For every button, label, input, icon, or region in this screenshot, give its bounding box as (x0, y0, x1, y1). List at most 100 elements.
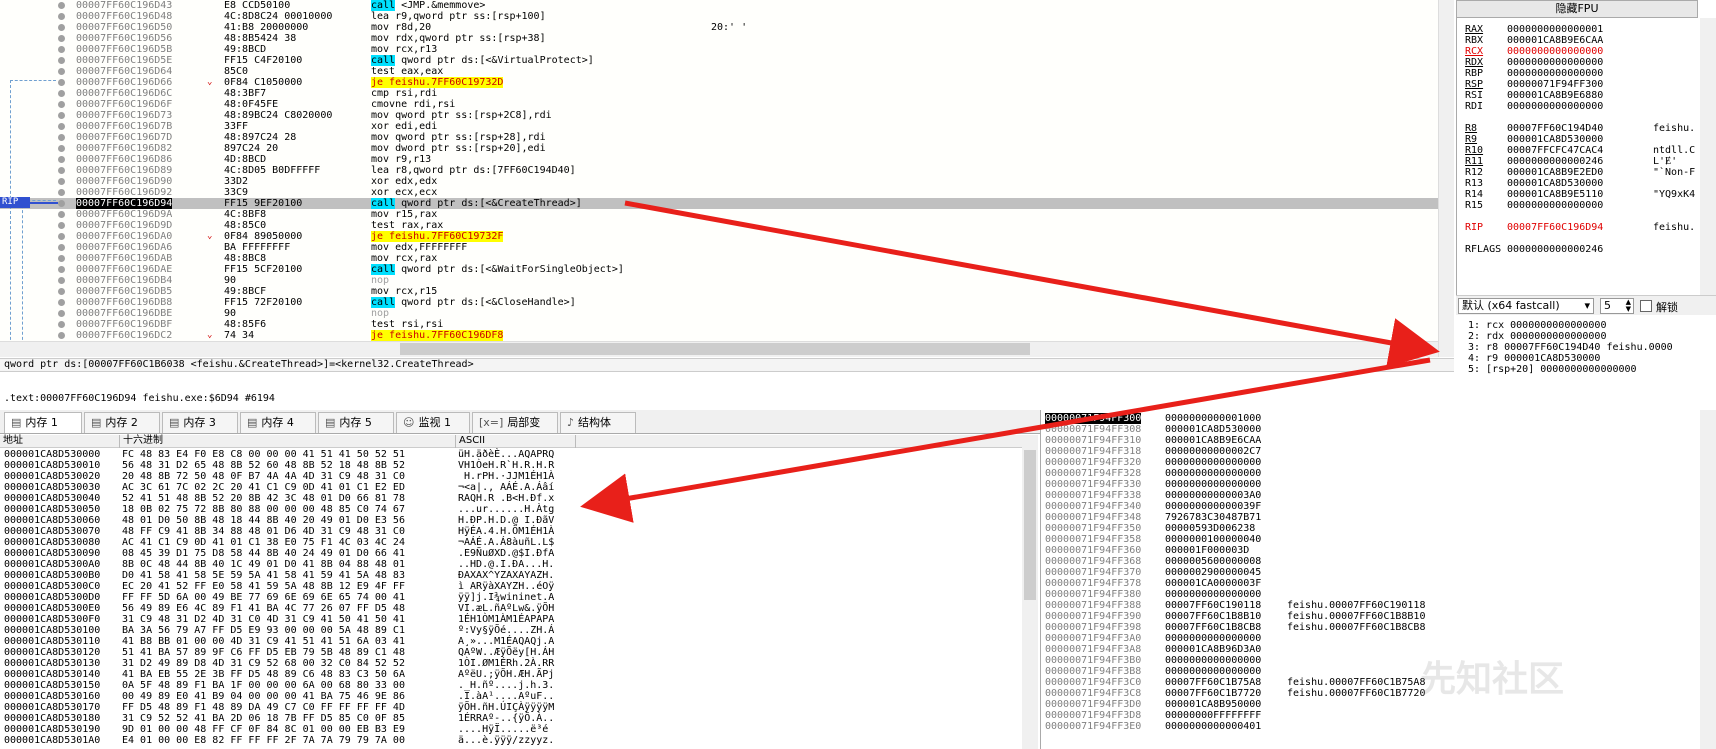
disasm-row[interactable]: 00007FF60C196D48 4C:8D8C24 00010000 lea r9… (0, 11, 1438, 22)
disasm-row[interactable]: 00007FF60C196D94 FF15 9EF20100 call qword … (0, 198, 1438, 209)
disasm-row[interactable]: 00007FF60C196D43 E8 CCD50100 call <JMP.&me… (0, 0, 1438, 11)
tab-1[interactable]: ▤ 内存 1 (4, 412, 82, 433)
breakpoint-dot-icon[interactable] (58, 277, 65, 284)
stack-scrollbar[interactable] (1700, 410, 1716, 749)
breakpoint-dot-icon[interactable] (58, 189, 65, 196)
disasm-row[interactable]: 00007FF60C196D9A 4C:8BF8 mov r15,rax (0, 209, 1438, 220)
breakpoint-dot-icon[interactable] (58, 123, 65, 130)
register-value[interactable]: 0000000000000001 (1507, 24, 1603, 35)
register-value[interactable]: 000001CA8B9E2ED0 (1507, 167, 1603, 178)
breakpoint-dot-icon[interactable] (58, 178, 65, 185)
disasm-row[interactable]: 00007FF60C196D90 33D2 xor edx,edx (0, 176, 1438, 187)
disasm-row[interactable]: 00007FF60C196DBE 90 nop (0, 308, 1438, 319)
register-value[interactable]: 000001CA8D530000 (1507, 134, 1603, 145)
disasm-row[interactable]: 00007FF60C196D89 4C:8D05 B0DFFFFF lea r8,q… (0, 165, 1438, 176)
breakpoint-dot-icon[interactable] (58, 57, 65, 64)
register-value[interactable]: 00007FFCFC47CAC4 (1507, 145, 1603, 156)
register-value[interactable]: 0000000000000000 (1507, 200, 1603, 211)
disassembly-pane[interactable]: 00007FF60C196D43 E8 CCD50100 call <JMP.&me… (0, 0, 1438, 357)
register-value[interactable]: 0000000000000000 (1507, 68, 1603, 79)
disasm-row[interactable]: 00007FF60C196D73 48:89BC24 C8020000 mov qw… (0, 110, 1438, 121)
breakpoint-dot-icon[interactable] (58, 299, 65, 306)
breakpoint-dot-icon[interactable] (58, 112, 65, 119)
breakpoint-dot-icon[interactable] (58, 68, 65, 75)
disasm-row[interactable]: 00007FF60C196D6C 48:3BF7 cmp rsi,rdi (0, 88, 1438, 99)
register-value[interactable]: 0000000000000246 (1507, 156, 1603, 167)
disasm-row[interactable]: 00007FF60C196D5B 49:8BCD mov rcx,r13 (0, 44, 1438, 55)
tab-6[interactable]: ☺ 监视 1 (396, 412, 470, 433)
breakpoint-dot-icon[interactable] (58, 13, 65, 20)
calling-convention-select[interactable]: 默认 (x64 fastcall) ▾ (1458, 298, 1594, 314)
register-value[interactable]: 0000000000000246 (1507, 244, 1603, 255)
disasm-row[interactable]: 00007FF60C196DAB 48:8BC8 mov rcx,rax (0, 253, 1438, 264)
breakpoint-dot-icon[interactable] (58, 332, 65, 339)
disasm-row[interactable]: 00007FF60C196D7D 48:897C24 28 mov qword pt… (0, 132, 1438, 143)
disasm-row[interactable]: 00007FF60C196D56 48:8B5424 38 mov rdx,qwor… (0, 33, 1438, 44)
tab-7[interactable]: [x=]局部变量 (472, 412, 558, 449)
dump-scroll-thumb[interactable] (1024, 450, 1036, 600)
header-hex[interactable]: 十六进制 (120, 435, 456, 448)
disasm-scroll-thumb[interactable] (400, 343, 1030, 355)
register-panel[interactable]: RAX 0000000000000001 RBX 000001CA8B9E6CAA RC… (1456, 0, 1716, 311)
unlock-checkbox[interactable] (1640, 300, 1652, 312)
register-value[interactable]: 000001CA8B9E5110 (1507, 189, 1603, 200)
breakpoint-dot-icon[interactable] (58, 79, 65, 86)
disasm-row[interactable]: 00007FF60C196D64 85C0 test eax,eax (0, 66, 1438, 77)
tab-5[interactable]: ▤ 内存 5 (318, 412, 394, 433)
disasm-row[interactable]: 00007FF60C196DC2 ⌄ 74 34 je feishu.7FF60C19… (0, 330, 1438, 341)
header-ascii[interactable]: ASCII (456, 435, 576, 448)
tab-2[interactable]: ▤ 内存 2 (84, 412, 160, 433)
stack-pane[interactable]: 00000071F94FF300 0000000000001000 00000071… (1040, 410, 1700, 749)
disasm-row[interactable]: 00007FF60C196D92 33C9 xor ecx,ecx (0, 187, 1438, 198)
disasm-row[interactable]: 00007FF60C196DA6 BA FFFFFFFF mov edx,FFFFF… (0, 242, 1438, 253)
breakpoint-dot-icon[interactable] (58, 24, 65, 31)
disasm-row[interactable]: 00007FF60C196D5E FF15 C4F20100 call qword … (0, 55, 1438, 66)
breakpoint-dot-icon[interactable] (58, 266, 65, 273)
register-value[interactable]: 00007FF60C194D40 (1507, 123, 1603, 134)
breakpoint-dot-icon[interactable] (58, 244, 65, 251)
disasm-row[interactable]: 00007FF60C196D66 ⌄ 0F84 C1050000 je feishu.… (0, 77, 1438, 88)
disasm-row[interactable]: 00007FF60C196DB4 90 nop (0, 275, 1438, 286)
register-value[interactable]: 00007FF60C196D94 (1507, 222, 1603, 233)
disasm-row[interactable]: 00007FF60C196DB8 FF15 72F20100 call qword … (0, 297, 1438, 308)
register-value[interactable]: 0000000000000000 (1507, 57, 1603, 68)
register-scrollbar[interactable] (1700, 18, 1716, 308)
tab-8[interactable]: ♪ 结构体 (560, 412, 636, 433)
breakpoint-dot-icon[interactable] (58, 167, 65, 174)
register-value[interactable]: 0000000000000000 (1507, 46, 1603, 57)
arg-count-stepper[interactable]: 5 ▲ ▼ (1600, 298, 1634, 314)
breakpoint-dot-icon[interactable] (58, 145, 65, 152)
register-value[interactable]: 000001CA8B9E6CAA (1507, 35, 1603, 46)
breakpoint-dot-icon[interactable] (58, 46, 65, 53)
breakpoint-dot-icon[interactable] (58, 288, 65, 295)
disasm-row[interactable]: 00007FF60C196DB5 49:8BCF mov rcx,r15 (0, 286, 1438, 297)
breakpoint-dot-icon[interactable] (58, 233, 65, 240)
breakpoint-dot-icon[interactable] (58, 222, 65, 229)
memory-dump-pane[interactable]: 000001CA8D530000 FC 48 83 E4 F0 E8 C8 00 … (0, 435, 1022, 749)
disasm-row[interactable]: 00007FF60C196DBF 48:85F6 test rsi,rsi (0, 319, 1438, 330)
tab-4[interactable]: ▤ 内存 4 (240, 412, 316, 433)
breakpoint-dot-icon[interactable] (58, 134, 65, 141)
tab-3[interactable]: ▤ 内存 3 (162, 412, 238, 433)
disasm-row[interactable]: 00007FF60C196D82 897C24 20 mov dword ptr s… (0, 143, 1438, 154)
disasm-row[interactable]: 00007FF60C196D6F 48:0F45FE cmovne rdi,rsi (0, 99, 1438, 110)
register-value[interactable]: 000001CA8B9E6880 (1507, 90, 1603, 101)
hide-fpu-button[interactable]: 隐藏FPU (1456, 0, 1698, 18)
disasm-row[interactable]: 00007FF60C196D9D 48:85C0 test rax,rax (0, 220, 1438, 231)
breakpoint-dot-icon[interactable] (58, 255, 65, 262)
disasm-row[interactable]: 00007FF60C196D86 4D:8BCD mov r9,r13 (0, 154, 1438, 165)
breakpoint-dot-icon[interactable] (58, 200, 65, 207)
breakpoint-dot-icon[interactable] (58, 321, 65, 328)
breakpoint-dot-icon[interactable] (58, 90, 65, 97)
breakpoint-dot-icon[interactable] (58, 211, 65, 218)
register-value[interactable]: 000001CA8D530000 (1507, 178, 1603, 189)
header-address[interactable]: 地址 (0, 435, 120, 448)
breakpoint-dot-icon[interactable] (58, 35, 65, 42)
breakpoint-dot-icon[interactable] (58, 156, 65, 163)
disasm-row[interactable]: 00007FF60C196DA0 ⌄ 0F84 89050000 je feishu.… (0, 231, 1438, 242)
disasm-vertical-scrollbar[interactable] (1438, 0, 1454, 357)
disasm-row[interactable]: 00007FF60C196D7B 33FF xor edi,edi (0, 121, 1438, 132)
breakpoint-dot-icon[interactable] (58, 101, 65, 108)
register-value[interactable]: 0000000000000000 (1507, 101, 1603, 112)
breakpoint-dot-icon[interactable] (58, 2, 65, 9)
